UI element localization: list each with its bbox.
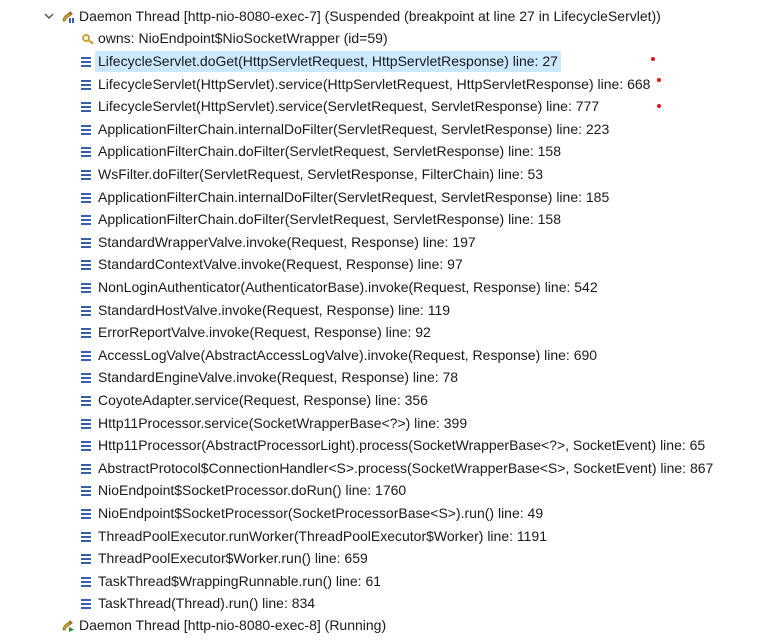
- stack-frame-row[interactable]: NonLoginAuthenticator(AuthenticatorBase)…: [0, 277, 768, 298]
- stack-frame-label: ThreadPoolExecutor.runWorker(ThreadPoolE…: [98, 527, 547, 544]
- stack-frame-icon: [78, 187, 94, 208]
- stack-frame-icon: [78, 345, 94, 366]
- thread-suspended-icon: [60, 6, 76, 27]
- stack-frame-icon: [78, 300, 94, 321]
- stack-frame-row[interactable]: ApplicationFilterChain.doFilter(ServletR…: [0, 209, 768, 230]
- stack-frame-label: Http11Processor.service(SocketWrapperBas…: [98, 414, 468, 431]
- owns-label: owns: NioEndpoint$NioSocketWrapper (id=5…: [98, 30, 388, 46]
- stack-frame-icon: [78, 571, 94, 592]
- stack-frame-label: ApplicationFilterChain.internalDoFilter(…: [98, 120, 610, 137]
- stack-frame-label: StandardWrapperValve.invoke(Request, Res…: [98, 233, 476, 250]
- owns-monitor-row[interactable]: owns: NioEndpoint$NioSocketWrapper (id=5…: [0, 28, 768, 49]
- stack-frame-icon: [78, 390, 94, 411]
- stack-frame-row[interactable]: Http11Processor(AbstractProcessorLight).…: [0, 435, 768, 456]
- stack-frame-icon: [78, 164, 94, 185]
- stack-frame-row[interactable]: Http11Processor.service(SocketWrapperBas…: [0, 413, 768, 434]
- stack-frame-icon: [78, 322, 94, 343]
- stack-frame-icon: [78, 413, 94, 434]
- stack-frame-label: NonLoginAuthenticator(AuthenticatorBase)…: [98, 279, 598, 295]
- stack-frame-icon: [78, 96, 94, 117]
- stack-frame-label: CoyoteAdapter.service(Request, Response)…: [98, 392, 428, 408]
- stack-frame-label: Http11Processor(AbstractProcessorLight).…: [98, 437, 706, 454]
- stack-frame-row[interactable]: StandardHostValve.invoke(Request, Respon…: [0, 300, 768, 321]
- breakpoint-marker-icon: [657, 78, 661, 82]
- thread-node-exec-7[interactable]: Daemon Thread [http-nio-8080-exec-7] (Su…: [0, 6, 768, 27]
- thread-node-exec-8[interactable]: Daemon Thread [http-nio-8080-exec-8] (Ru…: [0, 615, 768, 636]
- stack-frame-icon: [78, 141, 94, 162]
- stack-frame-icon: [78, 209, 94, 230]
- stack-frame-icon: [78, 435, 94, 456]
- stack-frame-icon: [78, 503, 94, 524]
- stack-frame-row[interactable]: WsFilter.doFilter(ServletRequest, Servle…: [0, 164, 768, 185]
- stack-frame-icon: [78, 119, 94, 140]
- stack-frame-label: ApplicationFilterChain.internalDoFilter(…: [98, 188, 610, 205]
- stack-frame-row[interactable]: TaskThread$WrappingRunnable.run() line: …: [0, 571, 768, 592]
- stack-frame-row[interactable]: AccessLogValve(AbstractAccessLogValve).i…: [0, 345, 768, 366]
- stack-frame-row[interactable]: ThreadPoolExecutor.runWorker(ThreadPoolE…: [0, 526, 768, 547]
- stack-frame-label: TaskThread(Thread).run() line: 834: [98, 595, 316, 612]
- chevron-down-icon[interactable]: [42, 6, 56, 27]
- stack-frame-row[interactable]: TaskThread(Thread).run() line: 834: [0, 593, 768, 614]
- stack-frame-icon: [78, 367, 94, 388]
- stack-frame-label: StandardHostValve.invoke(Request, Respon…: [98, 301, 451, 318]
- stack-frame-row[interactable]: StandardContextValve.invoke(Request, Res…: [0, 254, 768, 275]
- stack-frame-label: StandardEngineValve.invoke(Request, Resp…: [98, 369, 459, 386]
- stack-frame-label: ApplicationFilterChain.doFilter(ServletR…: [98, 143, 562, 160]
- stack-frame-row[interactable]: ApplicationFilterChain.internalDoFilter(…: [0, 119, 768, 140]
- stack-frame-icon: [78, 232, 94, 253]
- monitor-key-icon: [80, 28, 96, 49]
- stack-frame-row[interactable]: NioEndpoint$SocketProcessor.doRun() line…: [0, 480, 768, 501]
- stack-frame-icon: [78, 74, 94, 95]
- stack-frame-label: LifecycleServlet(HttpServlet).service(Se…: [98, 98, 600, 115]
- stack-frame-row[interactable]: ApplicationFilterChain.internalDoFilter(…: [0, 187, 768, 208]
- stack-frame-label: ApplicationFilterChain.doFilter(ServletR…: [98, 211, 562, 228]
- stack-frame-label: LifecycleServlet(HttpServlet).service(Ht…: [98, 75, 651, 92]
- thread-label: Daemon Thread [http-nio-8080-exec-7] (Su…: [79, 8, 661, 24]
- thread-running-icon: [60, 615, 76, 636]
- stack-frame-row[interactable]: ErrorReportValve.invoke(Request, Respons…: [0, 322, 768, 343]
- stack-frame-icon: [78, 548, 94, 569]
- stack-frame-label: NioEndpoint$SocketProcessor.doRun() line…: [98, 482, 407, 499]
- stack-frame-icon: [78, 526, 94, 547]
- stack-frame-icon: [78, 480, 94, 501]
- stack-frame-icon: [78, 51, 94, 72]
- thread-label: Daemon Thread [http-nio-8080-exec-8] (Ru…: [79, 617, 387, 633]
- stack-frame-row[interactable]: LifecycleServlet(HttpServlet).service(Se…: [0, 96, 768, 117]
- stack-frame-row[interactable]: CoyoteAdapter.service(Request, Response)…: [0, 390, 768, 411]
- stack-frame-label: StandardContextValve.invoke(Request, Res…: [98, 256, 463, 273]
- stack-frame-icon: [78, 458, 94, 479]
- stack-frame-icon: [78, 254, 94, 275]
- stack-frame-icon: [78, 277, 94, 298]
- stack-frame-row[interactable]: AbstractProtocol$ConnectionHandler<S>.pr…: [0, 458, 768, 479]
- stack-frame-row[interactable]: StandardEngineValve.invoke(Request, Resp…: [0, 367, 768, 388]
- debug-tree: Daemon Thread [http-nio-8080-exec-7] (Su…: [0, 0, 768, 640]
- stack-frame-row[interactable]: LifecycleServlet.doGet(HttpServletReques…: [0, 51, 768, 72]
- stack-frame-row[interactable]: ApplicationFilterChain.doFilter(ServletR…: [0, 141, 768, 162]
- stack-frame-label: ErrorReportValve.invoke(Request, Respons…: [98, 324, 431, 341]
- stack-frame-label: WsFilter.doFilter(ServletRequest, Servle…: [98, 166, 544, 182]
- stack-frame-label: TaskThread$WrappingRunnable.run() line: …: [98, 572, 382, 589]
- stack-frame-label: AccessLogValve(AbstractAccessLogValve).i…: [98, 346, 598, 363]
- stack-frame-icon: [78, 593, 94, 614]
- breakpoint-marker-icon: [657, 104, 661, 108]
- stack-frame-label: NioEndpoint$SocketProcessor(SocketProces…: [98, 505, 544, 521]
- breakpoint-marker-icon: [651, 57, 655, 61]
- stack-frame-label: AbstractProtocol$ConnectionHandler<S>.pr…: [98, 459, 714, 476]
- stack-frame-row[interactable]: NioEndpoint$SocketProcessor(SocketProces…: [0, 503, 768, 524]
- stack-frame-row[interactable]: LifecycleServlet(HttpServlet).service(Ht…: [0, 74, 768, 95]
- stack-frame-row[interactable]: ThreadPoolExecutor$Worker.run() line: 65…: [0, 548, 768, 569]
- stack-frame-label: ThreadPoolExecutor$Worker.run() line: 65…: [98, 550, 368, 567]
- stack-frame-row[interactable]: StandardWrapperValve.invoke(Request, Res…: [0, 232, 768, 253]
- stack-frame-label: LifecycleServlet.doGet(HttpServletReques…: [95, 51, 561, 72]
